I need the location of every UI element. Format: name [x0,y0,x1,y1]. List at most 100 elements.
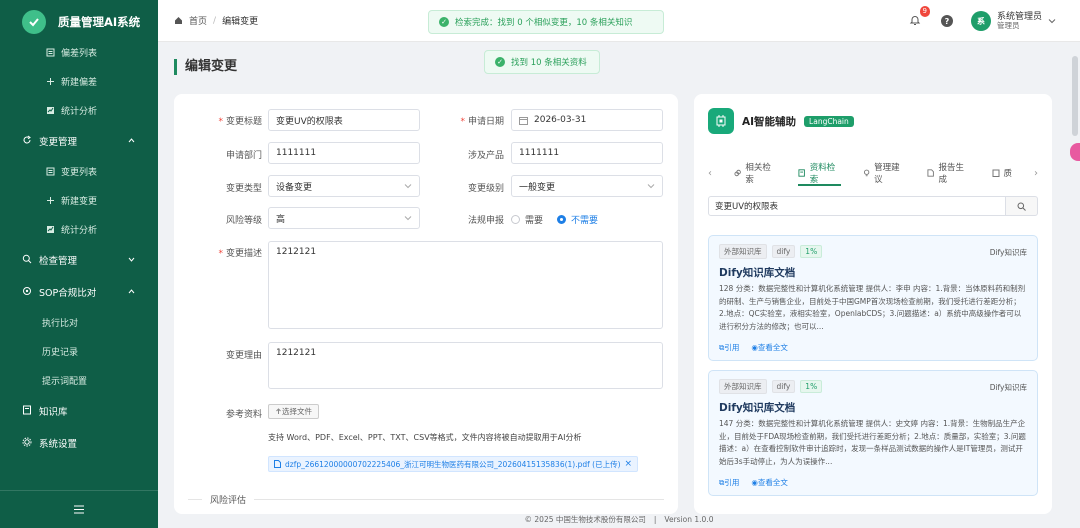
reference-label: 参考资料 [225,410,262,420]
desc-textarea[interactable]: 1212121 [268,241,663,329]
langchain-badge: LangChain [804,115,854,127]
plus-icon [46,77,55,86]
sidebar-item-label: 新建变更 [61,197,98,207]
sidebar-item-deviation-stats[interactable]: 统计分析 [0,96,158,125]
sidebar-item-change-list[interactable]: 变更列表 [0,157,158,186]
dept-input[interactable]: 1111111 [268,142,420,164]
clipboard-icon [992,169,999,177]
breadcrumb-home[interactable]: 首页 [189,14,207,27]
tab-management-advice[interactable]: 管理建议 [863,162,905,185]
notification-bell[interactable]: 9 [909,6,930,28]
uploaded-file[interactable]: dzfp_26612000000702225406_浙江可明生物医药有限公司_2… [268,456,639,472]
tab-quality[interactable]: 质 [992,162,1012,184]
breadcrumb: 首页 / 编辑变更 [158,14,258,27]
result-title[interactable]: Dify知识库文档 [719,265,1027,280]
sidebar-collapse-button[interactable] [0,490,158,528]
type-value: 设备变更 [276,182,313,193]
divider-line [254,499,664,500]
sidebar-group-sop[interactable]: SOP合规比对 [0,276,158,308]
score-tag: 1% [800,245,823,258]
sidebar-item-label: 历史记录 [42,348,79,358]
knowledge-result-card[interactable]: 外部知识库 dify 1% Dify知识库 Dify知识库文档 128 分类：数… [708,235,1038,361]
view-full-link[interactable]: ◉查看全文 [751,342,788,353]
target-icon [22,286,32,299]
cite-link[interactable]: ⧉引用 [719,342,739,353]
date-value: 2026-03-31 [534,115,587,125]
bell-icon [909,16,921,25]
sidebar-group-inspection[interactable]: 检查管理 [0,244,158,276]
toast-search-complete: ✓ 检索完成：找到 0 个相似变更，10 条相关知识 [428,10,664,34]
avatar: 系 [970,11,991,31]
upload-file-button[interactable]: 选择文件 [268,404,319,419]
chevron-left-icon[interactable]: ‹ [708,168,712,179]
result-source: Dify知识库 [989,383,1027,392]
calendar-icon [519,116,528,125]
help-icon[interactable]: ? [940,15,953,27]
book-icon [798,169,806,177]
section-title: 风险评估 [210,496,247,506]
type-select[interactable]: 设备变更 [268,175,420,197]
engine-tag: dify [771,380,796,393]
header-actions: 9 ? 系 系统管理员 管理员 [909,0,1056,42]
chip-icon [708,108,734,134]
logo-icon [22,10,46,34]
copyright: © 2025 中国生物技术股份有限公司 [524,514,646,524]
sidebar-group-change[interactable]: 变更管理 [0,125,158,157]
page-scrollbar[interactable] [1072,56,1078,136]
sidebar-item-run-compare[interactable]: 执行比对 [0,308,158,337]
tab-material-search[interactable]: 资料检索 [798,162,842,186]
sidebar-item-prompt-config[interactable]: 提示词配置 [0,366,158,395]
page-title: 编辑变更 [174,59,237,75]
floating-helper-button[interactable] [1070,143,1080,161]
ai-title: AI智能辅助 [742,115,797,128]
result-tags: 外部知识库 dify 1% [719,379,1027,394]
risk-value: 高 [276,214,286,225]
sidebar-item-new-deviation[interactable]: 新建偏差 [0,67,158,96]
upload-icon [276,408,281,414]
result-title[interactable]: Dify知识库文档 [719,400,1027,415]
result-tags: 外部知识库 dify 1% [719,244,1027,259]
cite-link[interactable]: ⧉引用 [719,477,739,488]
date-picker[interactable]: 2026-03-31 [511,109,663,131]
view-full-link[interactable]: ◉查看全文 [751,477,788,488]
sidebar-item-history[interactable]: 历史记录 [0,337,158,366]
regulatory-radio-yes[interactable]: 需要 [511,213,543,226]
sidebar-item-label: 变更列表 [61,168,98,178]
home-icon [175,17,182,24]
sidebar-item-change-stats[interactable]: 统计分析 [0,215,158,244]
knowledge-result-card[interactable]: 外部知识库 dify 1% Dify知识库 Dify知识库文档 147 分类：数… [708,370,1038,496]
regulatory-radio-no[interactable]: 不需要 [557,213,598,226]
sidebar-group-settings[interactable]: 系统设置 [0,427,158,459]
title-input[interactable]: 变更UV的权限表 [268,109,420,131]
sidebar-group-label: SOP合规比对 [39,288,97,299]
desc-label: * 变更描述 [218,249,262,259]
lightbulb-icon [863,169,870,177]
radio-dot [557,215,567,224]
sidebar-item-label: 偏差列表 [61,49,98,59]
ai-search-button[interactable] [1005,196,1038,216]
document-icon [274,460,281,468]
app-title: 质量管理AI系统 [58,15,141,29]
sidebar-group-label: 系统设置 [39,439,78,450]
risk-select[interactable]: 高 [268,207,420,229]
tab-related-search[interactable]: 相关检索 [734,162,776,185]
chevron-down-icon [404,184,412,189]
product-input[interactable]: 1111111 [511,142,663,164]
reason-textarea[interactable]: 1212121 [268,342,663,389]
ai-search-input[interactable]: 变更UV的权限表 [708,196,1006,216]
search-icon [22,254,32,267]
source-tag: 外部知识库 [719,244,767,259]
sidebar-item-deviation-list[interactable]: 偏差列表 [0,38,158,67]
reason-label: 变更理由 [225,351,262,361]
risk-section-divider: 风险评估 [188,493,664,506]
tab-report-generate[interactable]: 报告生成 [927,162,969,185]
sidebar-group-label: 变更管理 [39,137,78,148]
chevron-right-icon[interactable]: › [1034,168,1038,179]
chart-icon [46,225,55,234]
level-select[interactable]: 一般变更 [511,175,663,197]
sidebar-group-knowledge[interactable]: 知识库 [0,395,158,427]
user-menu[interactable]: 系 系统管理员 管理员 [970,11,1056,31]
close-icon[interactable]: × [625,459,633,469]
sidebar-item-new-change[interactable]: 新建变更 [0,186,158,215]
type-label: 变更类型 [225,184,262,194]
